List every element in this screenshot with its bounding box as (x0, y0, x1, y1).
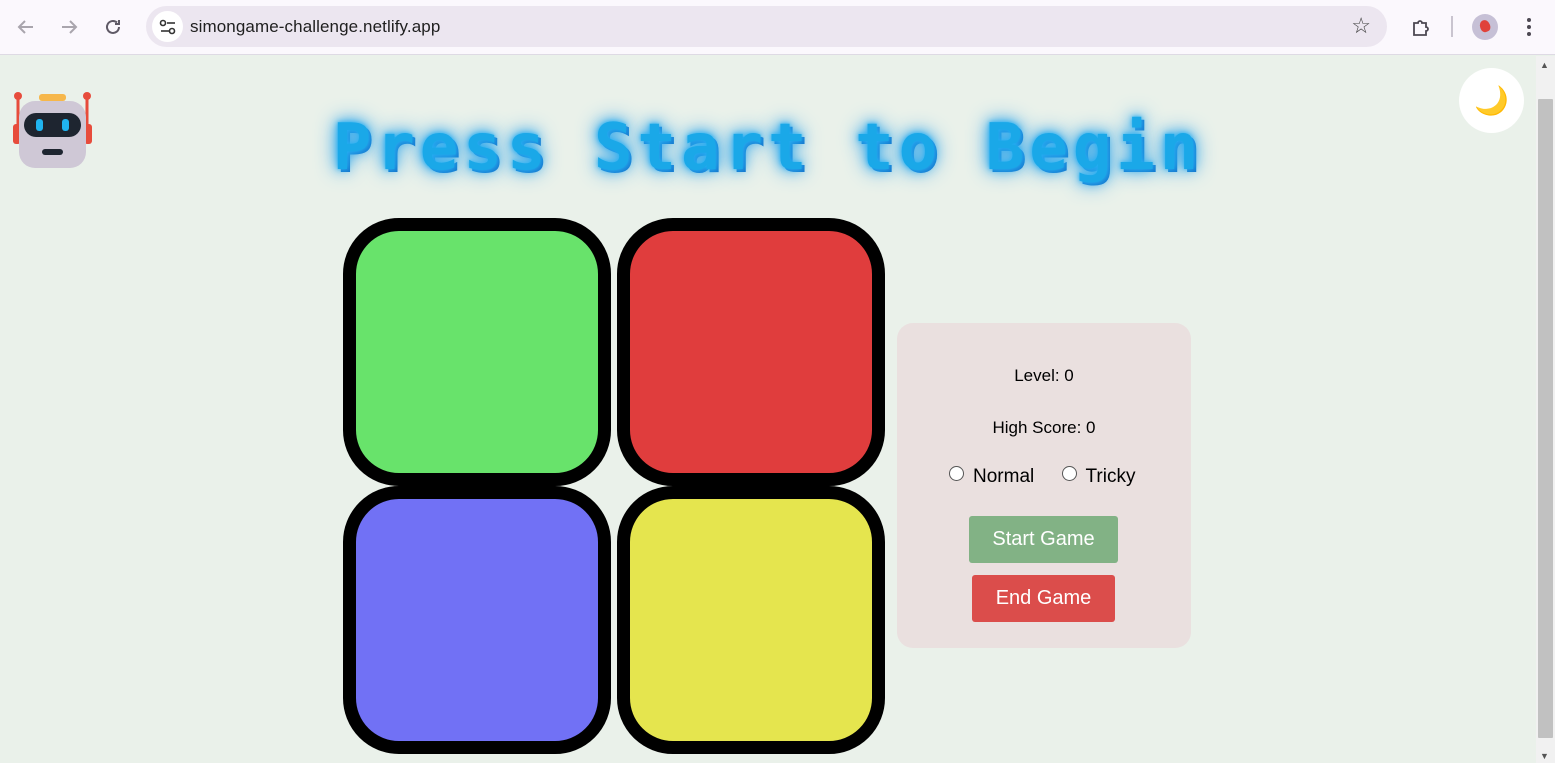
blue-pad[interactable] (343, 486, 611, 754)
site-info-icon[interactable] (152, 11, 183, 42)
toolbar-divider (1451, 16, 1453, 37)
yellow-pad[interactable] (617, 486, 885, 754)
mode-selector: Normal Tricky (949, 466, 1135, 488)
page-title: Press Start to Begin (332, 111, 1204, 185)
high-score-display: High Score: 0 (992, 418, 1096, 437)
normal-mode-radio[interactable] (949, 466, 964, 481)
more-menu-icon[interactable] (1513, 11, 1545, 43)
game-control-panel: Level: 0 High Score: 0 Normal Tricky Sta… (897, 323, 1191, 648)
scroll-up-arrow-icon[interactable]: ▲ (1540, 60, 1549, 70)
bookmark-star-icon[interactable]: ☆ (1351, 13, 1371, 39)
dark-mode-toggle[interactable]: 🌙 (1459, 68, 1524, 133)
level-display: Level: 0 (1014, 366, 1074, 385)
scroll-down-arrow-icon[interactable]: ▼ (1540, 751, 1549, 761)
extensions-icon[interactable] (1405, 11, 1437, 43)
page-content: Press Start to Begin 🌙 Level: 0 High Sco… (0, 56, 1536, 763)
scrollbar-thumb[interactable] (1538, 99, 1553, 738)
red-pad[interactable] (617, 218, 885, 486)
green-pad[interactable] (343, 218, 611, 486)
vertical-scrollbar[interactable]: ▲ ▼ (1536, 56, 1555, 763)
end-game-button[interactable]: End Game (972, 575, 1115, 622)
moon-icon: 🌙 (1474, 85, 1509, 116)
browser-toolbar: simongame-challenge.netlify.app ☆ (0, 0, 1555, 55)
start-game-button[interactable]: Start Game (969, 516, 1118, 563)
tricky-mode-radio[interactable] (1061, 466, 1077, 481)
reload-icon[interactable] (96, 10, 130, 44)
address-bar[interactable]: simongame-challenge.netlify.app ☆ (146, 6, 1387, 47)
back-arrow-icon[interactable] (9, 10, 43, 44)
forward-arrow-icon[interactable] (52, 10, 86, 44)
tricky-mode-label[interactable]: Tricky (1086, 466, 1136, 487)
url-text[interactable]: simongame-challenge.netlify.app (190, 17, 440, 37)
profile-avatar[interactable] (1472, 14, 1498, 40)
normal-mode-label[interactable]: Normal (973, 466, 1034, 487)
